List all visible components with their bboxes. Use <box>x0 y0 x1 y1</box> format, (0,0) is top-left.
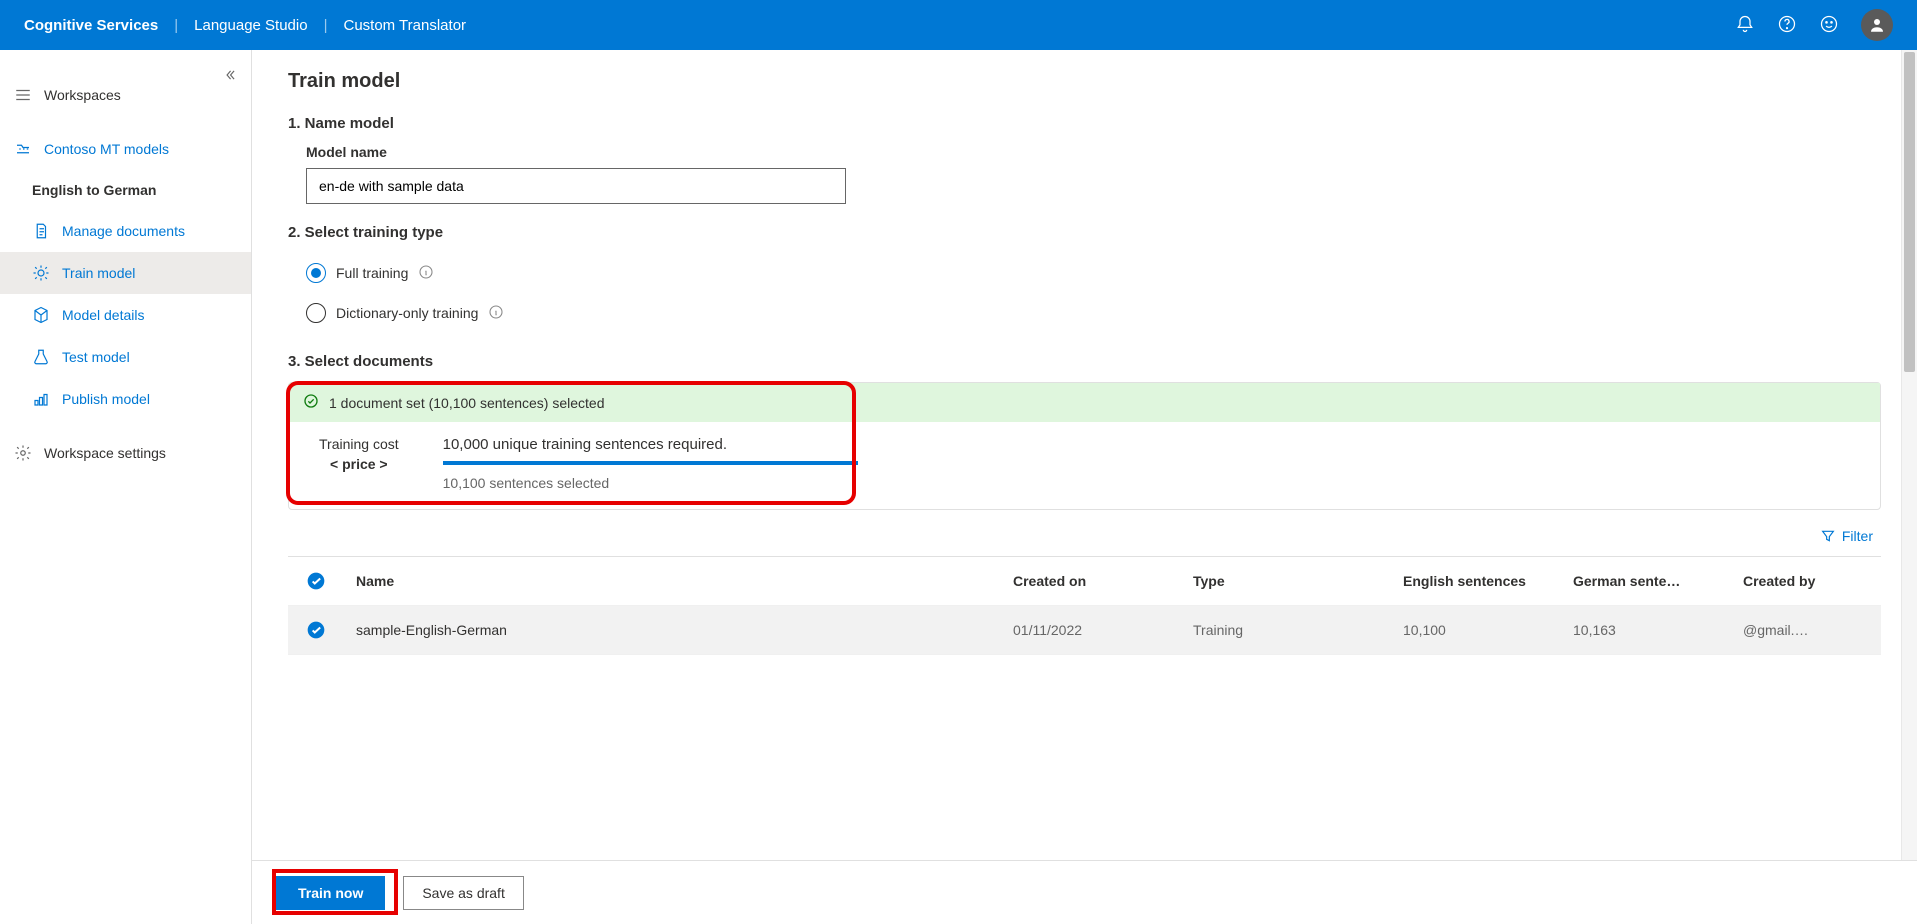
select-all-checkbox[interactable] <box>306 571 326 591</box>
page-title: Train model <box>288 70 1881 93</box>
sidebar: Workspaces Contoso MT models English to … <box>0 50 252 924</box>
sidebar-item-label: Manage documents <box>62 223 185 239</box>
help-icon[interactable] <box>1777 14 1797 37</box>
col-type[interactable]: Type <box>1193 573 1403 589</box>
sidebar-item-label: Train model <box>62 265 135 281</box>
required-sentences-text: 10,000 unique training sentences require… <box>443 436 858 453</box>
col-de[interactable]: German sente… <box>1573 573 1743 589</box>
training-cost-value: < price > <box>319 456 399 472</box>
sidebar-item-test-model[interactable]: Test model <box>0 336 251 378</box>
info-icon[interactable] <box>488 304 504 323</box>
sidebar-item-train-model[interactable]: Train model <box>0 252 251 294</box>
sidebar-item-label: Model details <box>62 307 145 323</box>
app-header: Cognitive Services | Language Studio | C… <box>0 0 1917 50</box>
model-name-input[interactable] <box>306 168 846 204</box>
table-row[interactable]: sample-English-German 01/11/2022 Trainin… <box>288 606 1881 655</box>
radio-dictionary-only[interactable] <box>306 303 326 323</box>
col-en[interactable]: English sentences <box>1403 573 1573 589</box>
notifications-icon[interactable] <box>1735 14 1755 37</box>
table-header: Name Created on Type English sentences G… <box>288 557 1881 606</box>
account-avatar[interactable] <box>1861 9 1893 41</box>
training-cost-label: Training cost <box>319 436 399 452</box>
scrollbar-thumb[interactable] <box>1904 52 1915 372</box>
radio-label: Dictionary-only training <box>336 305 478 321</box>
train-now-button[interactable]: Train now <box>276 876 385 910</box>
step1-heading: 1. Name model <box>288 115 1881 132</box>
cell-name: sample-English-German <box>356 622 1013 638</box>
sidebar-item-model-details[interactable]: Model details <box>0 294 251 336</box>
cell-by: @gmail.… <box>1743 622 1873 638</box>
sidebar-project-title: English to German <box>0 170 251 210</box>
sidebar-label-settings: Workspace settings <box>44 445 166 461</box>
main-content-area: Train model 1. Name model Model name 2. … <box>252 50 1917 924</box>
step3-heading: 3. Select documents <box>288 353 1881 370</box>
feedback-icon[interactable] <box>1819 14 1839 37</box>
sidebar-item-label: Publish model <box>62 391 150 407</box>
col-created[interactable]: Created on <box>1013 573 1193 589</box>
row-checkbox[interactable] <box>306 620 326 640</box>
radio-full-training[interactable] <box>306 263 326 283</box>
cell-created: 01/11/2022 <box>1013 622 1193 638</box>
sidebar-collapse-toggle[interactable] <box>223 68 237 85</box>
breadcrumb-item-1[interactable]: Language Studio <box>194 17 307 34</box>
selection-summary-box: 1 document set (10,100 sentences) select… <box>288 382 1881 510</box>
sidebar-item-publish-model[interactable]: Publish model <box>0 378 251 420</box>
sidebar-item-label: Test model <box>62 349 130 365</box>
sidebar-item-project-group[interactable]: Contoso MT models <box>0 128 251 170</box>
filter-button[interactable]: Filter <box>1820 528 1873 544</box>
breadcrumb: Cognitive Services | Language Studio | C… <box>24 17 466 34</box>
col-name[interactable]: Name <box>356 573 1013 589</box>
header-actions <box>1735 9 1893 41</box>
radio-label: Full training <box>336 265 408 281</box>
success-check-icon <box>303 393 319 412</box>
scrollbar[interactable] <box>1901 50 1917 924</box>
breadcrumb-item-0[interactable]: Cognitive Services <box>24 17 158 34</box>
sidebar-label-project-group: Contoso MT models <box>44 141 169 157</box>
documents-table: Name Created on Type English sentences G… <box>288 556 1881 655</box>
sidebar-item-settings[interactable]: Workspace settings <box>0 432 251 474</box>
sidebar-item-workspaces[interactable]: Workspaces <box>0 74 251 116</box>
selected-sentences-text: 10,100 sentences selected <box>443 475 858 491</box>
save-draft-button[interactable]: Save as draft <box>403 876 524 910</box>
col-by[interactable]: Created by <box>1743 573 1873 589</box>
breadcrumb-item-2[interactable]: Custom Translator <box>343 17 466 34</box>
step2-heading: 2. Select training type <box>288 224 1881 241</box>
info-icon[interactable] <box>418 264 434 283</box>
sidebar-label-workspaces: Workspaces <box>44 87 121 103</box>
sidebar-item-manage-documents[interactable]: Manage documents <box>0 210 251 252</box>
model-name-label: Model name <box>306 144 1881 160</box>
cell-type: Training <box>1193 622 1403 638</box>
cell-de: 10,163 <box>1573 622 1743 638</box>
selection-banner-text: 1 document set (10,100 sentences) select… <box>329 395 605 411</box>
action-bar: Train now Save as draft <box>252 860 1917 924</box>
cell-en: 10,100 <box>1403 622 1573 638</box>
progress-bar <box>443 461 858 465</box>
filter-label: Filter <box>1842 528 1873 544</box>
